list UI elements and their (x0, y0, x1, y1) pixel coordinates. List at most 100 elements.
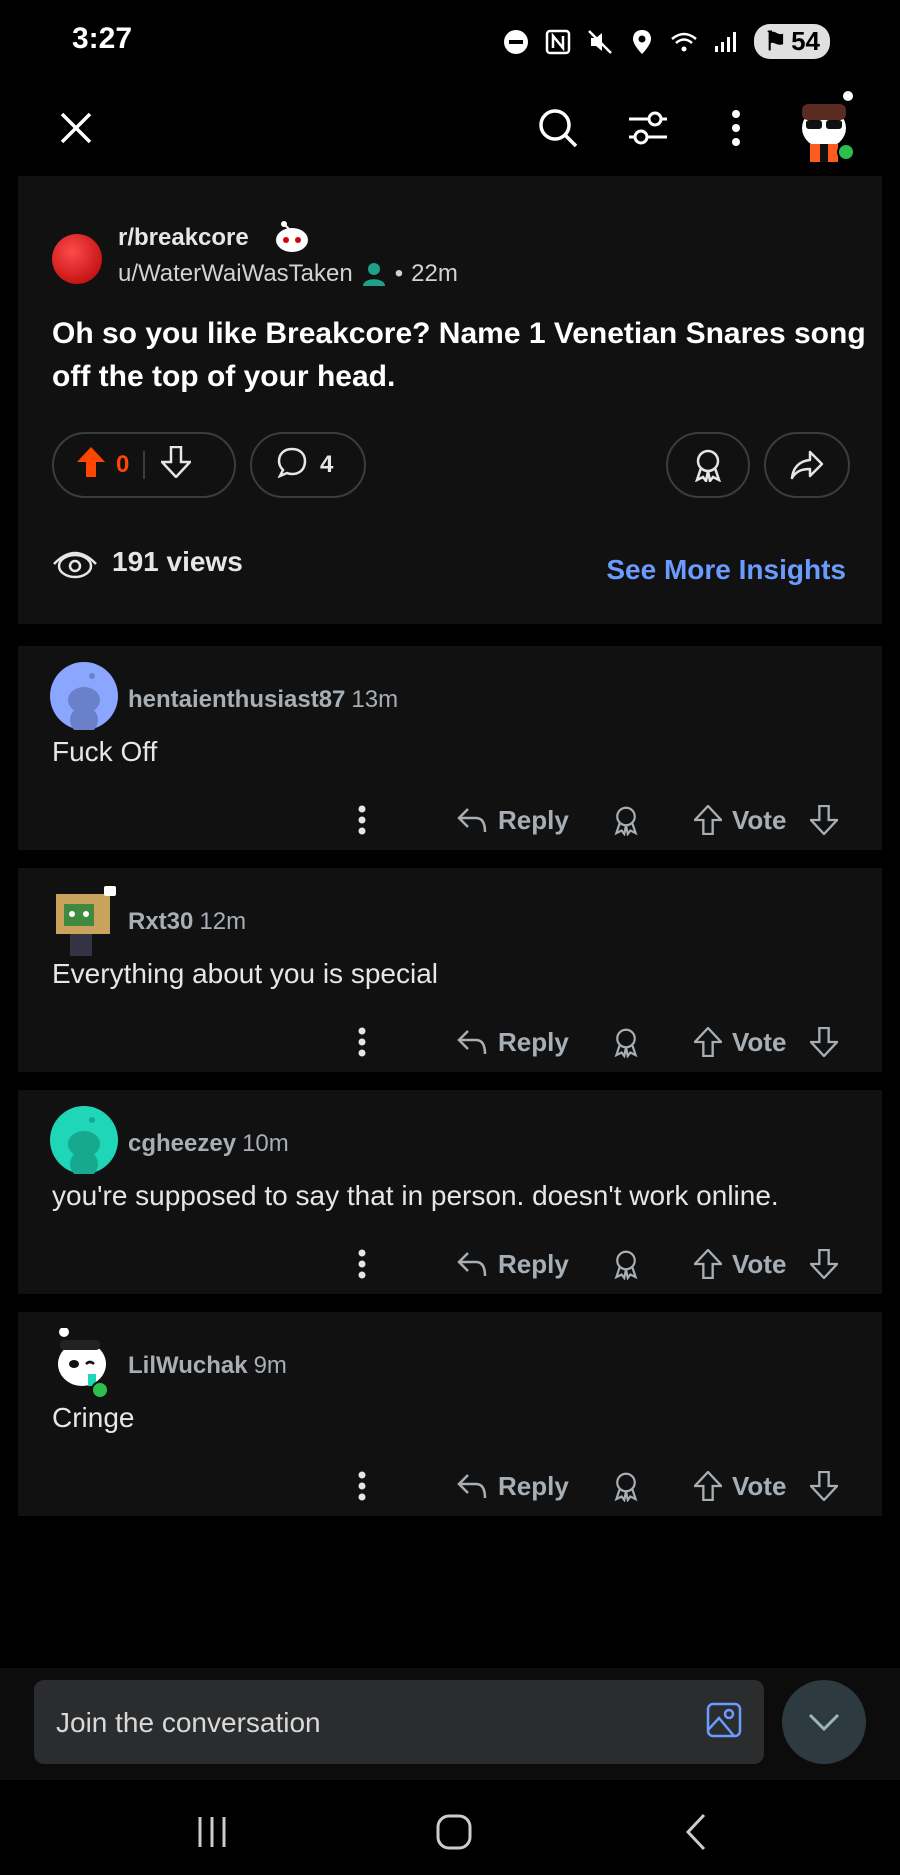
comment-count: 4 (320, 451, 334, 478)
avatar[interactable] (50, 1327, 118, 1399)
comment-text: Everything about you is special (52, 958, 438, 989)
post-title: Oh so you like Breakcore? Name 1 Venetia… (52, 317, 866, 393)
status-bar: 3:27 ⚑ 54 (0, 0, 900, 86)
more-vertical-icon (358, 1249, 366, 1279)
comment-meta: hentaienthusiast87 13m (128, 686, 398, 714)
comments-button[interactable]: 4 (250, 432, 366, 498)
comment-time: 9m (253, 1352, 287, 1379)
avatar[interactable] (50, 1106, 118, 1178)
comment-more-button[interactable] (358, 798, 366, 842)
comment-card: cgheezey 10m you're supposed to say that … (18, 1090, 882, 1294)
comment-meta: Rxt30 12m (128, 908, 246, 936)
wifi-icon (670, 28, 698, 56)
comment-actions: Reply Vote (358, 1242, 858, 1286)
downvote-button[interactable] (810, 1464, 838, 1508)
vote-pill: 0 (52, 432, 236, 498)
battery-leaf-icon: ⚑ (763, 26, 788, 56)
subreddit-name[interactable]: r/breakcore (118, 224, 249, 252)
upvote-icon (694, 1249, 722, 1279)
search-button[interactable] (526, 96, 590, 160)
avatar[interactable] (50, 662, 118, 734)
reply-label: Reply (498, 804, 569, 835)
sort-icon (629, 111, 667, 145)
downvote-button[interactable] (810, 1020, 838, 1064)
comment-actions: Reply Vote (358, 1464, 858, 1508)
battery-indicator: ⚑ 54 (753, 24, 830, 59)
add-image-button[interactable] (706, 1702, 746, 1742)
close-icon (60, 112, 92, 144)
share-button[interactable] (764, 432, 850, 498)
subreddit-flair-icon (270, 220, 314, 254)
downvote-icon (810, 1471, 838, 1501)
award-icon (614, 1472, 638, 1502)
award-button[interactable] (612, 1020, 640, 1064)
post-card: r/breakcore u/WaterWaiWasTaken • 22m Oh … (18, 176, 882, 624)
upvote-button[interactable] (76, 446, 106, 485)
see-more-insights-link[interactable]: See More Insights (606, 554, 846, 586)
upvote-button[interactable]: Vote (694, 1242, 786, 1286)
home-button[interactable] (424, 1804, 484, 1860)
reply-button[interactable]: Reply (456, 1464, 569, 1508)
avatar[interactable] (50, 884, 118, 956)
award-button[interactable] (612, 1464, 640, 1508)
post-age: 22m (411, 260, 458, 287)
downvote-button[interactable] (159, 445, 194, 485)
downvote-icon (810, 1249, 838, 1279)
views-count: 191 views (112, 546, 243, 577)
meta-separator: • (394, 260, 404, 287)
upvote-button[interactable]: Vote (694, 1020, 786, 1064)
downvote-button[interactable] (810, 1242, 838, 1286)
upvote-icon (694, 1471, 722, 1501)
comment-card: Rxt30 12m Everything about you is special… (18, 868, 882, 1072)
comment-composer (0, 1668, 900, 1780)
sort-button[interactable] (616, 96, 680, 160)
reply-icon (457, 1252, 487, 1277)
vote-label: Vote (732, 1470, 787, 1501)
upvote-button[interactable]: Vote (694, 1464, 786, 1508)
more-vertical-icon (358, 805, 366, 835)
comment-username[interactable]: cgheezey (128, 1130, 236, 1157)
join-conversation-input[interactable] (54, 1680, 698, 1766)
signal-icon (712, 28, 740, 56)
chevron-down-icon (808, 1713, 840, 1732)
upvote-button[interactable]: Vote (694, 798, 786, 842)
comment-text: Fuck Off (52, 736, 158, 767)
collapse-button[interactable] (782, 1680, 866, 1764)
award-icon (614, 806, 638, 836)
reply-icon (457, 1474, 487, 1499)
award-button[interactable] (612, 1242, 640, 1286)
comment-icon (276, 446, 308, 485)
comment-username[interactable]: Rxt30 (128, 908, 193, 935)
views-icon (53, 551, 97, 579)
comment-username[interactable]: LilWuchak (128, 1352, 248, 1379)
comment-text: Cringe (52, 1402, 135, 1433)
reply-icon (457, 808, 487, 833)
back-button[interactable] (666, 1804, 726, 1860)
award-button[interactable] (612, 798, 640, 842)
more-vertical-icon (358, 1471, 366, 1501)
subreddit-icon[interactable] (52, 234, 102, 284)
comment-meta: cgheezey 10m (128, 1130, 289, 1158)
reply-label: Reply (498, 1248, 569, 1279)
user-avatar[interactable] (790, 90, 860, 166)
comment-time: 13m (351, 686, 399, 713)
clock: 3:27 (72, 22, 133, 55)
comment-username[interactable]: hentaienthusiast87 (128, 686, 345, 713)
recent-apps-button[interactable] (182, 1804, 242, 1860)
comment-more-button[interactable] (358, 1464, 366, 1508)
award-button[interactable] (666, 432, 750, 498)
reply-button[interactable]: Reply (456, 1020, 569, 1064)
reply-label: Reply (498, 1470, 569, 1501)
close-button[interactable] (44, 96, 108, 160)
nfc-icon (544, 28, 572, 56)
reply-button[interactable]: Reply (456, 1242, 569, 1286)
downvote-button[interactable] (810, 798, 838, 842)
reply-button[interactable]: Reply (456, 798, 569, 842)
more-options-button[interactable] (704, 96, 768, 160)
comment-actions: Reply Vote (358, 798, 858, 842)
comment-more-button[interactable] (358, 1242, 366, 1286)
award-icon (614, 1028, 638, 1058)
comment-more-button[interactable] (358, 1020, 366, 1064)
post-author[interactable]: u/WaterWaiWasTaken (118, 260, 353, 288)
award-icon (614, 1250, 638, 1280)
